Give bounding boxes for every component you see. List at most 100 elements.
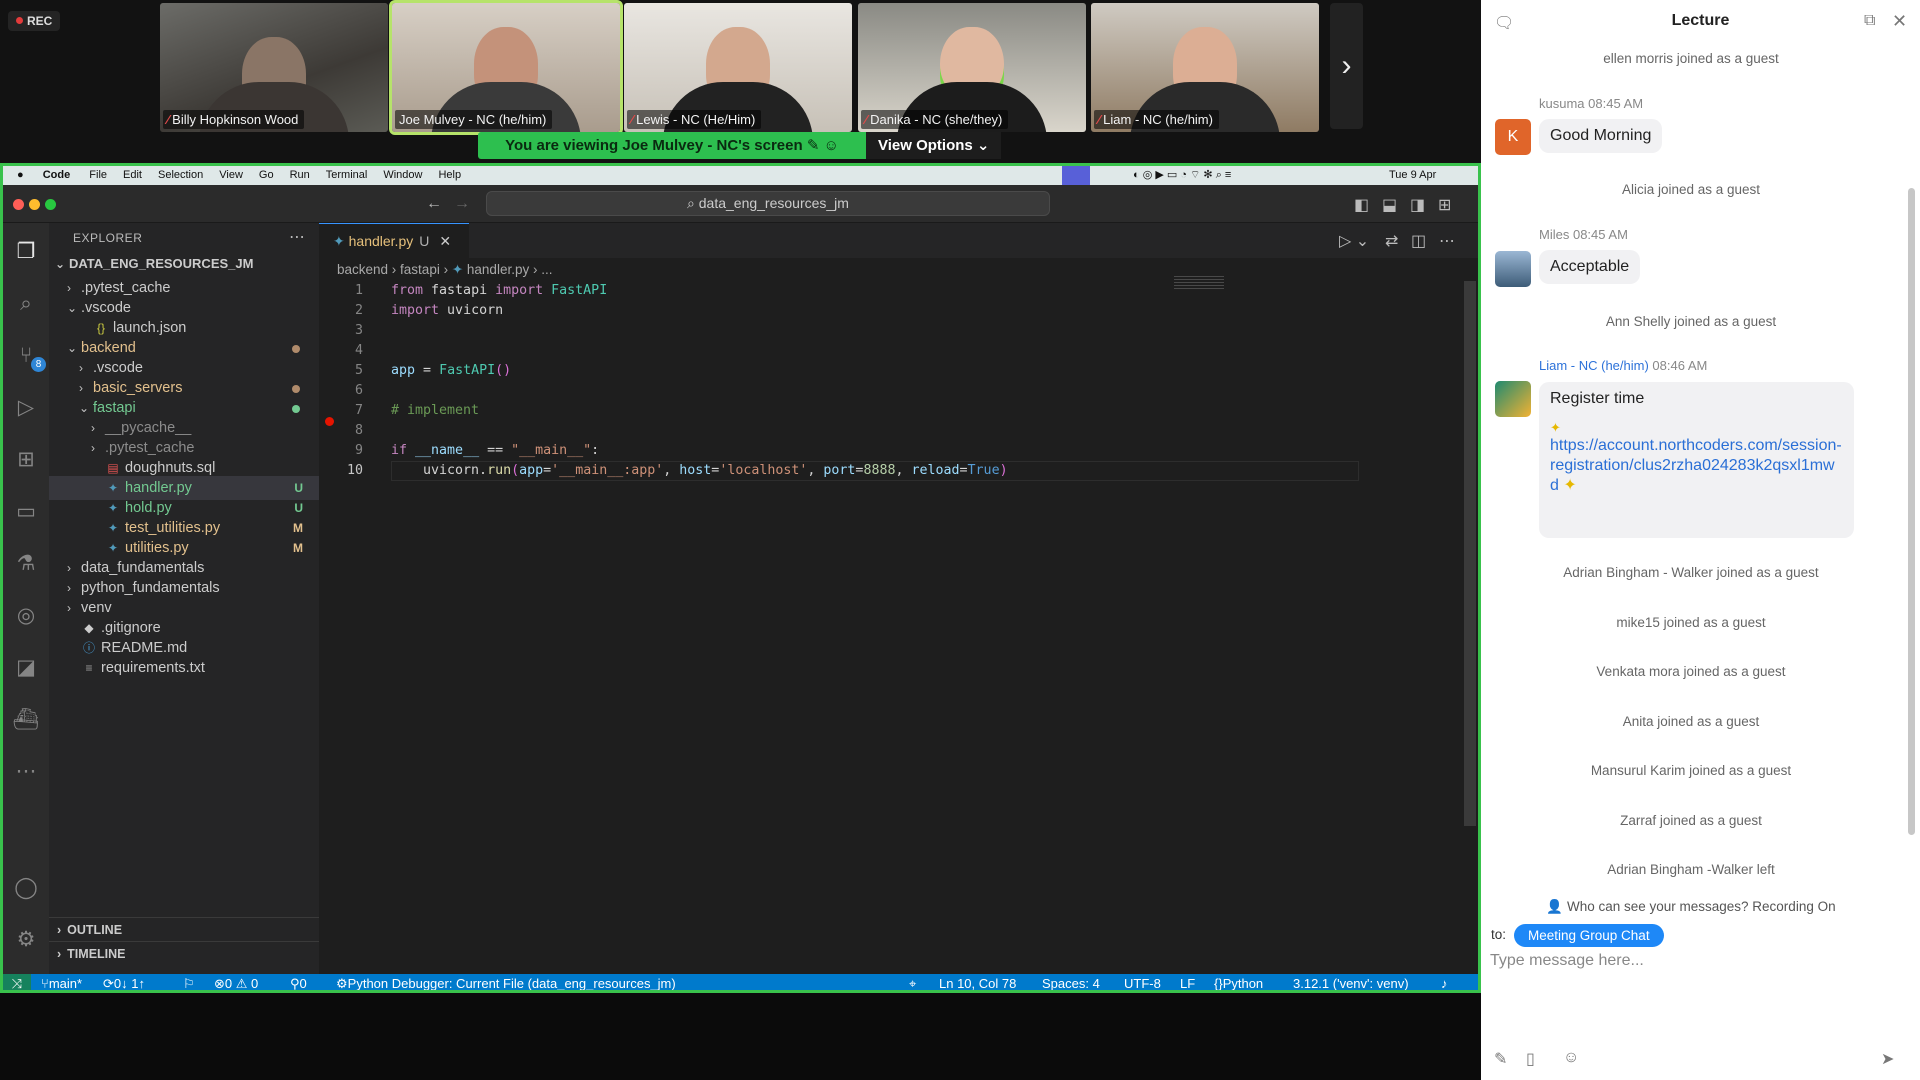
menu-item[interactable]: Selection [158, 169, 203, 181]
next-participants-button[interactable]: › [1330, 3, 1363, 129]
scm-badge: 8 [31, 357, 46, 372]
format-icon[interactable]: ✎ [1494, 1049, 1507, 1069]
explorer-root[interactable]: ⌄ DATA_ENG_RESOURCES_JM [49, 252, 319, 276]
apple-icon[interactable]: ● [17, 169, 24, 181]
toggle-sidebar-icon[interactable]: ◧ [1354, 195, 1369, 215]
menu-item[interactable]: Edit [123, 169, 142, 181]
editor-area: ✦ handler.py U ✕ ▷ ⌄ ⇄ ◫ ⋯ backend › fasta… [319, 223, 1478, 974]
file-tree-label: venv [81, 600, 112, 616]
chart-icon[interactable]: ◪ [11, 653, 41, 683]
docker-icon[interactable]: ⛴ [11, 705, 41, 735]
menu-item[interactable]: Run [290, 169, 310, 181]
encoding-status[interactable]: UTF-8 [1124, 974, 1161, 990]
timeline-section[interactable]: › TIMELINE [49, 941, 319, 965]
close-window-button[interactable] [13, 199, 24, 210]
menu-item[interactable]: View [219, 169, 243, 181]
file-tree-item[interactable]: ≡ requirements.txt [49, 656, 319, 680]
eol-status[interactable]: LF [1180, 974, 1195, 990]
account-icon[interactable]: ◯ [11, 873, 41, 903]
message-bubble: Good Morning [1539, 119, 1663, 153]
view-options-button[interactable]: View Options ⌄ [866, 132, 1001, 159]
menu-item[interactable]: Window [383, 169, 422, 181]
menu-item[interactable]: Terminal [326, 169, 368, 181]
crumb-fastapi[interactable]: fastapi [400, 262, 440, 277]
tab-handler-py[interactable]: ✦ handler.py U ✕ [319, 223, 469, 258]
crumb-file[interactable]: handler.py [467, 262, 529, 277]
source-control-icon[interactable]: ⑂ 8 [11, 341, 46, 372]
testing-icon[interactable]: ⚗ [11, 549, 41, 579]
menu-item[interactable]: Go [259, 169, 274, 181]
video-tile[interactable]: ⁄ Billy Hopkinson Wood [160, 3, 388, 132]
sync-status[interactable]: ⟳ 0↓ 1↑ [103, 974, 145, 990]
line-number: 7 [354, 403, 363, 418]
forward-arrow-icon[interactable]: → [454, 195, 470, 213]
system-message: Anita joined as a guest [1622, 714, 1760, 729]
video-tile[interactable]: ⁄ Danika - NC (she/they) [858, 3, 1086, 132]
interpreter-status[interactable]: 3.12.1 ('venv': venv) [1293, 974, 1409, 990]
run-debug-icon[interactable]: ▷ [11, 393, 41, 423]
more-icon[interactable]: ⋯ [11, 757, 41, 787]
video-tile[interactable]: ⁄ Liam - NC (he/him) [1091, 3, 1319, 132]
file-icon[interactable]: ▯ [1526, 1049, 1535, 1069]
crumb-backend[interactable]: backend [337, 262, 388, 277]
chat-scrollbar[interactable] [1908, 188, 1915, 835]
branch-status[interactable]: ⑂ main* [41, 974, 82, 990]
video-tile[interactable]: ⁄ Lewis - NC (He/Him) [624, 3, 852, 132]
participant-name: ⁄ Danika - NC (she/they) [861, 110, 1009, 129]
screen-share-icon [1062, 166, 1090, 185]
message-input[interactable]: Type message here... [1490, 949, 1900, 973]
back-arrow-icon[interactable]: ← [426, 195, 442, 213]
message-bubble: Acceptable [1539, 250, 1641, 284]
system-message: Venkata mora joined as a guest [1596, 664, 1786, 679]
problems-status[interactable]: ⊗ 0 ⚠ 0 [214, 974, 258, 990]
video-tile-active[interactable]: Joe Mulvey - NC (he/him) [389, 0, 623, 135]
who-can-see-link[interactable]: 👤 Who can see your messages? Recording O… [1481, 899, 1901, 915]
minimap[interactable] [1174, 276, 1224, 290]
close-icon[interactable]: ✕ [1892, 11, 1907, 32]
customize-layout-icon[interactable]: ⊞ [1438, 195, 1451, 215]
message-link[interactable]: https://account.northcoders.com/session-… [1550, 436, 1843, 496]
file-tree-label: .pytest_cache [81, 280, 171, 296]
settings-gear-icon[interactable]: ⚙ [11, 925, 41, 955]
chat-title: Lecture [1671, 12, 1730, 29]
mac-menubar: ● Code File Edit Selection View Go Run Termina… [3, 166, 1478, 200]
maximize-window-button[interactable] [45, 199, 56, 210]
crumb-symbols[interactable]: ... [541, 262, 552, 277]
command-center-search[interactable]: ⌕ data_eng_resources_jm [486, 191, 1050, 216]
emoji-icon[interactable]: ☺ [1563, 1049, 1579, 1067]
cursor-position[interactable]: Ln 10, Col 78 [939, 974, 1016, 990]
notifications-bell-icon[interactable]: ♪ [1441, 974, 1448, 990]
more-actions-icon[interactable]: ⋯ [289, 227, 305, 247]
github-icon[interactable]: ◎ [11, 601, 41, 631]
run-file-icon[interactable]: ▷ ⌄ [1339, 231, 1369, 251]
explorer-icon[interactable]: ❐ [11, 237, 41, 267]
remote-icon[interactable]: ⤨ [3, 974, 31, 990]
debug-attach-icon[interactable]: ⚐ [183, 974, 195, 990]
activity-bar: ❐ ⌕ ⑂ 8 ▷ ⊞ ▭ ⚗ ◎ ◪ ⛴ ⋯ ◯ ⚙ [3, 223, 49, 974]
menu-item[interactable]: File [89, 169, 107, 181]
split-editor-icon[interactable]: ◫ [1411, 231, 1426, 251]
extensions-icon[interactable]: ⊞ [11, 445, 41, 475]
outline-section[interactable]: › OUTLINE [49, 917, 319, 941]
language-status[interactable]: {} Python [1214, 974, 1263, 990]
popout-icon[interactable]: ⧉ [1864, 12, 1875, 30]
indent-status[interactable]: Spaces: 4 [1042, 974, 1100, 990]
send-icon[interactable]: ➤ [1881, 1049, 1894, 1069]
search-icon[interactable]: ⌕ [11, 289, 41, 319]
close-tab-icon[interactable]: ✕ [439, 233, 451, 249]
recipient-select[interactable]: Meeting Group Chat [1514, 924, 1664, 947]
minimize-window-button[interactable] [29, 199, 40, 210]
remote-explorer-icon[interactable]: ▭ [11, 497, 41, 527]
toggle-panel-icon[interactable]: ⬓ [1382, 195, 1397, 215]
open-changes-icon[interactable]: ⇄ [1385, 231, 1398, 251]
menu-app[interactable]: Code [43, 169, 71, 181]
debugger-status[interactable]: ⚙ Python Debugger: Current File (data_en… [336, 974, 676, 990]
menu-item[interactable]: Help [438, 169, 461, 181]
file-tree-label: .vscode [93, 360, 143, 376]
muted-mic-icon: ⁄ [1098, 112, 1101, 127]
file-tree-label: launch.json [113, 320, 187, 336]
more-actions-icon[interactable]: ⋯ [1439, 231, 1455, 251]
editor-scrollbar[interactable] [1464, 281, 1476, 826]
toggle-secondary-sidebar-icon[interactable]: ◨ [1410, 195, 1425, 215]
ports-status[interactable]: ⚲ 0 [290, 974, 307, 990]
